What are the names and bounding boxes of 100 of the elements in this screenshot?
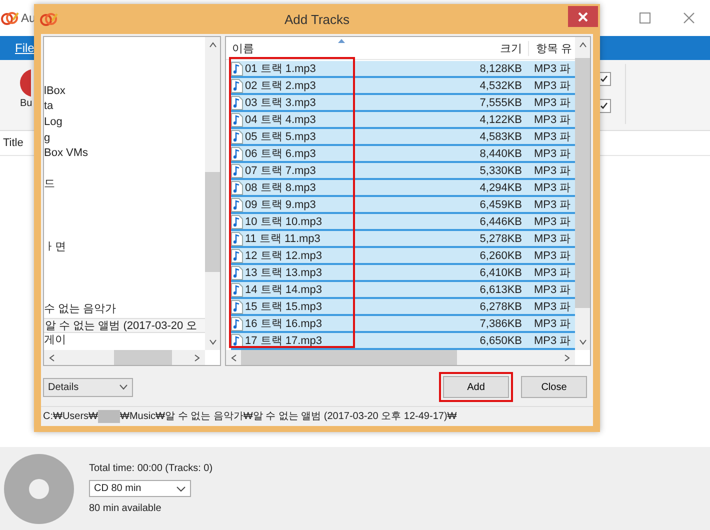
music-file-icon bbox=[231, 300, 243, 314]
file-size: 6,278KB bbox=[478, 300, 522, 312]
file-size: 4,294KB bbox=[478, 182, 522, 194]
folder-item[interactable]: ㅏ면 bbox=[44, 240, 68, 256]
horizontal-scrollbar[interactable] bbox=[44, 350, 205, 365]
file-name: 11 트랙 11.mp3 bbox=[245, 232, 320, 246]
close-button[interactable]: Close bbox=[521, 376, 587, 398]
path-text: ₩Music₩알 수 없는 음악가₩알 수 없는 앨범 (2017-03-20 오후 12-49-17)₩ bbox=[120, 410, 457, 423]
music-file-icon bbox=[231, 130, 243, 144]
chevron-left-icon[interactable] bbox=[231, 354, 237, 362]
total-time-label: Total time: 00:00 (Tracks: 0) bbox=[89, 463, 213, 474]
file-row[interactable]: 07 트랙 7.mp3 5,330KB MP3 파 bbox=[231, 163, 575, 180]
file-row[interactable]: 11 트랙 11.mp3 5,278KB MP3 파 bbox=[231, 231, 575, 248]
folder-item[interactable]: g bbox=[44, 130, 52, 146]
chevron-down-icon[interactable] bbox=[578, 339, 586, 345]
file-row[interactable]: 02 트랙 2.mp3 4,532KB MP3 파 bbox=[231, 78, 575, 95]
available-label: 80 min available bbox=[89, 503, 162, 514]
ribbon-button[interactable]: Bu bbox=[0, 60, 32, 109]
music-file-icon bbox=[231, 164, 243, 178]
file-row[interactable]: 03 트랙 3.mp3 7,555KB MP3 파 bbox=[231, 95, 575, 112]
file-row[interactable]: 13 트랙 13.mp3 6,410KB MP3 파 bbox=[231, 265, 575, 282]
folder-item[interactable]: 수 없는 음악가 bbox=[44, 302, 118, 318]
vertical-scrollbar[interactable] bbox=[575, 37, 590, 350]
size-column-header[interactable]: 크기 bbox=[502, 40, 529, 56]
chevron-down-icon[interactable] bbox=[208, 339, 216, 345]
file-type: MP3 파 bbox=[533, 198, 571, 212]
music-file-icon bbox=[231, 78, 243, 92]
music-file-icon bbox=[231, 232, 243, 246]
file-row[interactable]: 09 트랙 9.mp3 6,459KB MP3 파 bbox=[231, 197, 575, 214]
file-type: MP3 파 bbox=[533, 147, 571, 161]
folder-item[interactable]: 게이 bbox=[44, 333, 68, 349]
file-row[interactable]: 06 트랙 6.mp3 8,440KB MP3 파 bbox=[231, 146, 575, 163]
file-row[interactable]: 10 트랙 10.mp3 6,446KB MP3 파 bbox=[231, 214, 575, 231]
chevron-up-icon[interactable] bbox=[208, 42, 216, 48]
file-row[interactable]: 12 트랙 12.mp3 6,260KB MP3 파 bbox=[231, 248, 575, 265]
music-file-icon bbox=[231, 248, 243, 262]
chevron-right-icon[interactable] bbox=[194, 354, 200, 362]
file-size: 8,128KB bbox=[478, 62, 522, 74]
file-name: 02 트랙 2.mp3 bbox=[245, 79, 316, 93]
file-name: 04 트랙 4.mp3 bbox=[245, 113, 316, 127]
file-row[interactable]: 15 트랙 15.mp3 6,278KB MP3 파 bbox=[231, 299, 575, 316]
add-button[interactable]: Add bbox=[443, 376, 509, 398]
checkmark-icon bbox=[599, 74, 609, 84]
chevron-left-icon[interactable] bbox=[49, 354, 55, 362]
file-type: MP3 파 bbox=[533, 317, 571, 331]
file-row[interactable]: 01 트랙 1.mp3 8,128KB MP3 파 bbox=[231, 61, 575, 78]
file-size: 6,459KB bbox=[478, 198, 522, 210]
app-logo-icon bbox=[40, 12, 58, 26]
music-file-icon bbox=[231, 112, 243, 126]
chevron-right-icon[interactable] bbox=[564, 354, 570, 362]
file-size: 5,330KB bbox=[478, 164, 522, 176]
file-type: MP3 파 bbox=[533, 62, 571, 76]
close-icon bbox=[578, 12, 588, 22]
file-type: MP3 파 bbox=[533, 266, 571, 280]
file-size: 8,440KB bbox=[478, 148, 522, 160]
close-icon[interactable] bbox=[683, 12, 695, 24]
music-file-icon bbox=[231, 96, 243, 110]
file-name: 03 트랙 3.mp3 bbox=[245, 96, 316, 110]
file-type: MP3 파 bbox=[533, 79, 571, 93]
file-row[interactable]: 08 트랙 8.mp3 4,294KB MP3 파 bbox=[231, 180, 575, 197]
view-dropdown[interactable]: Details bbox=[43, 378, 133, 396]
horizontal-scrollbar[interactable] bbox=[226, 350, 575, 365]
folder-item[interactable]: 드 bbox=[44, 177, 57, 193]
media-dropdown[interactable]: CD 80 min bbox=[89, 480, 191, 497]
file-row[interactable]: 05 트랙 5.mp3 4,583KB MP3 파 bbox=[231, 129, 575, 146]
file-type: MP3 파 bbox=[533, 130, 571, 144]
file-row[interactable]: 14 트랙 14.mp3 6,613KB MP3 파 bbox=[231, 282, 575, 299]
file-name: 08 트랙 8.mp3 bbox=[245, 181, 316, 195]
redacted-block bbox=[98, 410, 120, 422]
file-size: 4,122KB bbox=[478, 114, 522, 126]
name-column-header[interactable]: 이름 bbox=[226, 40, 502, 56]
folder-item[interactable]: ta bbox=[44, 99, 56, 115]
music-file-icon bbox=[231, 214, 243, 228]
type-column-header[interactable]: 항목 유 bbox=[529, 40, 572, 56]
folder-item[interactable]: lBox bbox=[44, 84, 68, 100]
folder-item[interactable]: 알 수 없는 앨범 (2017-03-20 오 bbox=[44, 318, 205, 334]
caret-icon bbox=[119, 384, 128, 390]
file-name: 17 트랙 17.mp3 bbox=[245, 334, 322, 348]
file-size: 4,583KB bbox=[478, 130, 522, 142]
file-size: 5,278KB bbox=[478, 232, 522, 244]
file-row[interactable]: 04 트랙 4.mp3 4,122KB MP3 파 bbox=[231, 112, 575, 129]
music-file-icon bbox=[231, 180, 243, 194]
file-size: 6,446KB bbox=[478, 216, 522, 228]
chevron-up-icon[interactable] bbox=[578, 42, 586, 48]
close-button[interactable] bbox=[568, 6, 598, 27]
path-text: C:₩Users₩ bbox=[43, 410, 98, 422]
file-type: MP3 파 bbox=[533, 164, 571, 178]
vertical-scrollbar[interactable] bbox=[205, 37, 220, 350]
folder-item[interactable]: Log bbox=[44, 115, 64, 131]
file-name: 14 트랙 14.mp3 bbox=[245, 283, 322, 297]
file-name: 13 트랙 13.mp3 bbox=[245, 266, 322, 280]
file-name: 10 트랙 10.mp3 bbox=[245, 215, 322, 229]
music-file-icon bbox=[231, 62, 243, 76]
maximize-icon[interactable] bbox=[639, 12, 651, 24]
file-type: MP3 파 bbox=[533, 249, 571, 263]
file-row[interactable]: 16 트랙 16.mp3 7,386KB MP3 파 bbox=[231, 316, 575, 333]
file-row[interactable]: 17 트랙 17.mp3 6,650KB MP3 파 bbox=[231, 333, 575, 350]
disc-icon bbox=[3, 452, 75, 524]
file-name: 09 트랙 9.mp3 bbox=[245, 198, 316, 212]
folder-item[interactable]: Box VMs bbox=[44, 146, 90, 162]
